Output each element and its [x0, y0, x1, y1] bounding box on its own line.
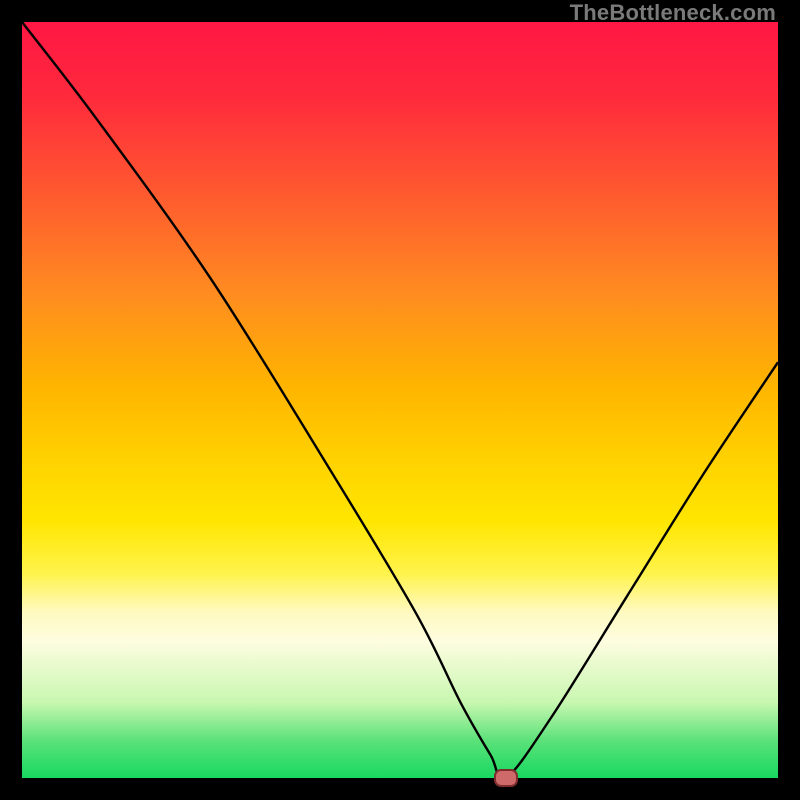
- optimal-point-marker: [494, 769, 518, 787]
- bottleneck-curve-path: [22, 22, 778, 779]
- bottleneck-curve-svg: [22, 22, 778, 778]
